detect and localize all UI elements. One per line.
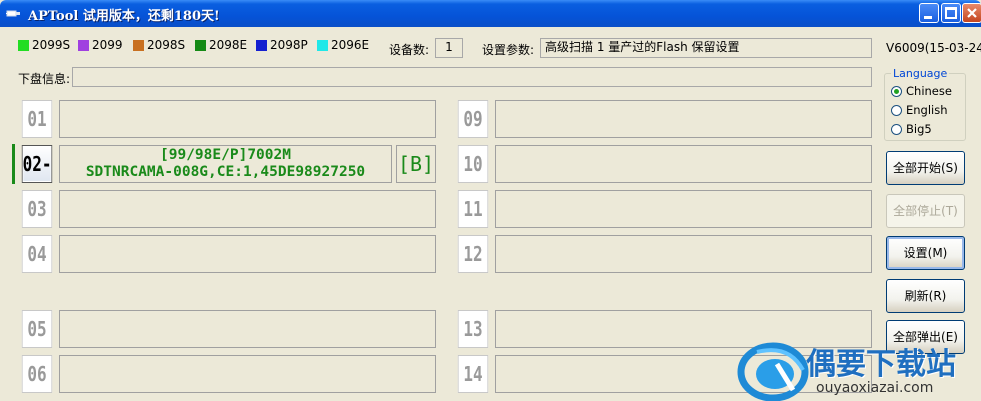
legend-swatch bbox=[256, 39, 267, 51]
port-12-number[interactable]: 12 bbox=[457, 235, 489, 273]
port-04-number[interactable]: 04 bbox=[21, 235, 53, 273]
minimize-icon bbox=[924, 16, 932, 19]
window-title: APTool 试用版本，还剩180天! bbox=[28, 9, 220, 24]
watermark-site-name: 偶要下载站 bbox=[806, 347, 956, 382]
port-02-tag: [B] bbox=[396, 145, 436, 183]
port-10-number[interactable]: 10 bbox=[457, 145, 489, 183]
watermark-site-url: ouyaoxiazai.com bbox=[816, 380, 934, 396]
port-11-number[interactable]: 11 bbox=[457, 190, 489, 228]
port-14-number[interactable]: 14 bbox=[457, 355, 489, 393]
port-09-info bbox=[495, 100, 872, 138]
legend-2096e: 2096E bbox=[317, 38, 369, 52]
minimize-button[interactable] bbox=[919, 3, 939, 23]
legend-2098p: 2098P bbox=[256, 38, 308, 52]
port-04-info bbox=[59, 235, 436, 273]
port-02-number[interactable]: 02-J bbox=[21, 145, 53, 212]
radio-checked-icon[interactable] bbox=[891, 85, 902, 97]
disk-info-field bbox=[72, 67, 872, 87]
legend-swatch bbox=[133, 39, 144, 51]
radio-icon[interactable] bbox=[891, 123, 902, 135]
port-06-number[interactable]: 06 bbox=[21, 355, 53, 393]
maximize-icon bbox=[945, 7, 957, 19]
port-12-info bbox=[495, 235, 872, 273]
port-03-info bbox=[59, 190, 436, 228]
settings-value: 高级扫描 1 量产过的Flash 保留设置 bbox=[540, 38, 872, 58]
stop-all-button[interactable]: 全部停止(T) bbox=[886, 194, 965, 228]
port-02-info: [99/98E/P]7002M SDTNRCAMA-008G,CE:1,45DE… bbox=[59, 145, 392, 183]
language-option-label: Chinese bbox=[906, 84, 952, 98]
language-option-label: Big5 bbox=[906, 122, 932, 136]
close-button[interactable] bbox=[962, 3, 981, 23]
language-group-title: Language bbox=[891, 67, 950, 80]
device-count-value: 1 bbox=[435, 38, 463, 58]
language-option-english[interactable]: English bbox=[891, 103, 948, 117]
legend-label: 2096E bbox=[331, 38, 370, 52]
port-01-info bbox=[59, 100, 436, 138]
refresh-button[interactable]: 刷新(R) bbox=[886, 279, 965, 313]
port-03-number[interactable]: 03 bbox=[21, 190, 53, 228]
port-05-number[interactable]: 05 bbox=[21, 310, 53, 348]
usb-app-icon bbox=[6, 10, 20, 17]
legend-label: 2099 bbox=[92, 38, 123, 52]
device-count-label: 设备数: bbox=[389, 43, 430, 57]
port-11-info bbox=[495, 190, 872, 228]
legend-swatch bbox=[18, 39, 29, 51]
port-01-number[interactable]: 01 bbox=[21, 100, 53, 138]
settings-button[interactable]: 设置(M) bbox=[886, 236, 965, 270]
port-10-info bbox=[495, 145, 872, 183]
legend-2098s: 2098S bbox=[133, 38, 185, 52]
version-label: V6009(15-03-24) bbox=[886, 41, 981, 55]
port-02-chip-line: [99/98E/P]7002M bbox=[160, 147, 291, 163]
language-option-chinese[interactable]: Chinese bbox=[891, 84, 952, 98]
radio-icon[interactable] bbox=[891, 104, 902, 116]
port-06-info bbox=[59, 355, 436, 393]
legend-2099s: 2099S bbox=[18, 38, 70, 52]
legend-swatch bbox=[78, 39, 89, 51]
port-05-info bbox=[59, 310, 436, 348]
port-02-flash-line: SDTNRCAMA-008G,CE:1,45DE98927250 bbox=[85, 164, 366, 180]
watermark-logo-icon bbox=[737, 342, 809, 401]
legend-2099: 2099 bbox=[78, 38, 123, 52]
legend-label: 2098S bbox=[147, 38, 186, 52]
port-09-number[interactable]: 09 bbox=[457, 100, 489, 138]
language-option-label: English bbox=[906, 103, 948, 117]
legend-label: 2098P bbox=[270, 38, 308, 52]
legend-2098e: 2098E bbox=[195, 38, 247, 52]
disk-info-label: 下盘信息: bbox=[18, 72, 71, 86]
legend-swatch bbox=[195, 39, 206, 51]
settings-label: 设置参数: bbox=[482, 43, 535, 57]
title-bar[interactable]: APTool 试用版本，还剩180天! bbox=[0, 0, 981, 27]
legend-label: 2098E bbox=[209, 38, 248, 52]
port-13-number[interactable]: 13 bbox=[457, 310, 489, 348]
legend-swatch bbox=[317, 39, 328, 51]
active-port-indicator bbox=[12, 144, 15, 184]
maximize-button[interactable] bbox=[941, 3, 961, 23]
language-option-big5[interactable]: Big5 bbox=[891, 122, 932, 136]
legend-label: 2099S bbox=[32, 38, 71, 52]
start-all-button[interactable]: 全部开始(S) bbox=[886, 151, 965, 185]
close-icon bbox=[967, 8, 977, 18]
